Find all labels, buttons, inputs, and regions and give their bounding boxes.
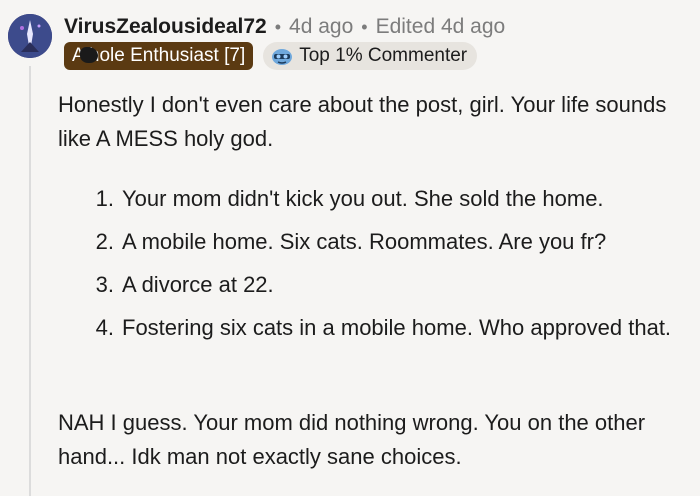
list-item: 4. Fostering six cats in a mobile home. … <box>58 311 694 345</box>
list-item: 1. Your mom didn't kick you out. She sol… <box>58 182 694 216</box>
comment-paragraph: Honestly I don't even care about the pos… <box>58 92 667 151</box>
list-number: 4. <box>95 315 114 340</box>
commenter-badge-icon <box>272 49 293 65</box>
comment-header: VirusZealousideal72 • 4d ago • Edited 4d… <box>64 12 505 42</box>
list-number: 3. <box>95 272 114 297</box>
edited-time: Edited 4d ago <box>375 15 506 38</box>
top-commenter-badge[interactable]: Top 1% Commenter <box>263 42 478 70</box>
username-link[interactable]: VirusZealousideal72 <box>64 15 267 39</box>
list-item-text: Fostering six cats in a mobile home. Who… <box>122 315 672 340</box>
list-item-text: A divorce at 22. <box>122 272 274 297</box>
comment-list: 1. Your mom didn't kick you out. She sol… <box>58 182 694 354</box>
list-number: 1. <box>95 186 114 211</box>
list-item: 2. A mobile home. Six cats. Roommates. A… <box>58 225 694 259</box>
list-item: 3. A divorce at 22. <box>58 268 694 302</box>
avatar-image <box>8 14 52 58</box>
user-flair: A hole Enthusiast [7] <box>64 42 254 70</box>
badge-label: Top 1% Commenter <box>299 45 468 66</box>
flair-row: A hole Enthusiast [7] Top 1% Commenter <box>64 42 478 70</box>
list-item-text: A mobile home. Six cats. Roommates. Are … <box>122 229 607 254</box>
separator-dot: • <box>361 16 368 37</box>
posted-time: 4d ago <box>289 15 354 38</box>
avatar[interactable] <box>8 14 52 58</box>
thread-line[interactable] <box>29 66 31 496</box>
list-number: 2. <box>95 229 114 254</box>
list-item-text: Your mom didn't kick you out. She sold t… <box>122 186 604 211</box>
separator-dot: • <box>274 16 282 37</box>
censor-mark <box>80 47 98 63</box>
comment-paragraph: NAH I guess. Your mom did nothing wrong.… <box>58 410 646 469</box>
